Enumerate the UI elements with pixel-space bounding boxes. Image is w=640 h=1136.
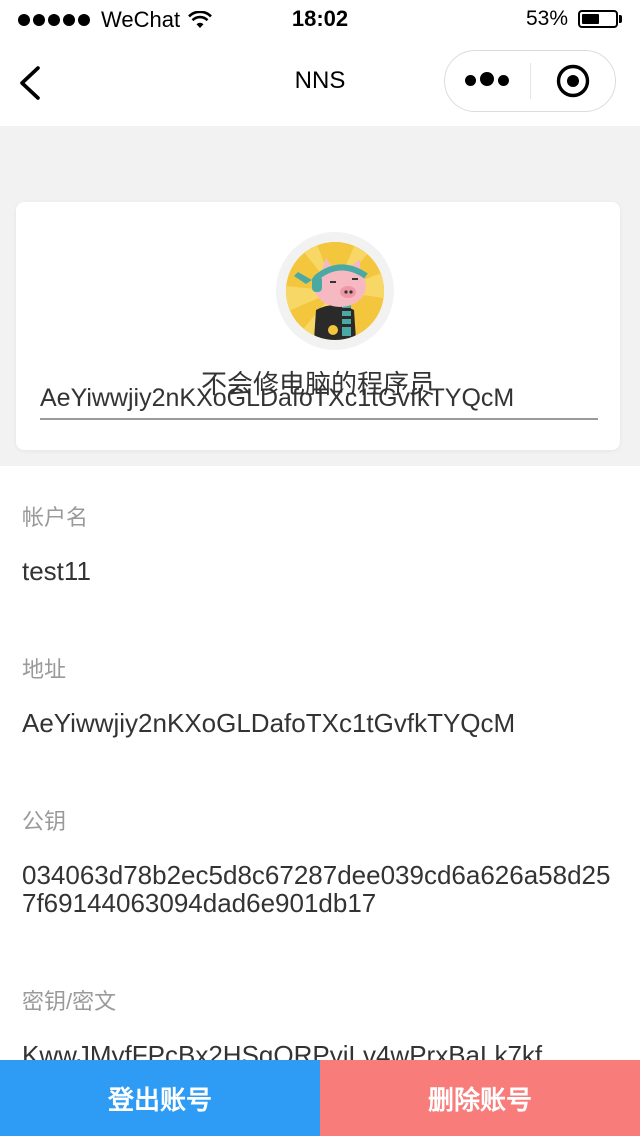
public-key-value: 034063d78b2ec5d8c67287dee039cd6a626a58d2… — [22, 860, 611, 918]
battery-percent: 53% — [525, 7, 568, 30]
account-name-label: 帐户名 — [22, 505, 89, 530]
delete-account-button[interactable]: 删除账号 — [320, 1060, 640, 1136]
bottom-action-bar: 登出账号 删除账号 — [0, 1060, 640, 1136]
status-bar: WeChat 18:02 53% — [0, 0, 640, 40]
more-dots-icon — [463, 71, 511, 91]
private-key-label: 密钥/密文 — [22, 989, 117, 1014]
profile-address-field[interactable] — [40, 378, 598, 420]
phone-screen: WeChat 18:02 53% NNS 不会修电脑的程序员 AeYiwwjiy… — [0, 0, 640, 1136]
address-label: 地址 — [22, 657, 67, 682]
battery-level-fill — [582, 14, 599, 24]
address-value: AeYiwwjiy2nKXoGLDafoTXc1tGvfkTYQcM — [22, 708, 516, 738]
pig-avatar-icon — [286, 242, 384, 340]
mini-program-capsule — [444, 50, 616, 112]
avatar[interactable] — [286, 242, 384, 340]
avatar-frame — [276, 232, 394, 350]
navigation-bar: NNS — [0, 40, 640, 126]
close-program-button[interactable] — [531, 51, 616, 111]
target-circle-icon — [556, 64, 589, 98]
battery-icon — [578, 10, 618, 28]
profile-header: 不会修电脑的程序员 — [0, 126, 640, 466]
more-button[interactable] — [445, 51, 530, 111]
status-right: 53% — [526, 7, 622, 31]
account-details: 帐户名 test11 地址 AeYiwwjiy2nKXoGLDafoTXc1tG… — [0, 466, 640, 1069]
public-key-label: 公钥 — [22, 809, 67, 834]
logout-button[interactable]: 登出账号 — [0, 1060, 320, 1136]
account-name-value: test11 — [22, 556, 91, 586]
battery-tip — [619, 15, 622, 23]
